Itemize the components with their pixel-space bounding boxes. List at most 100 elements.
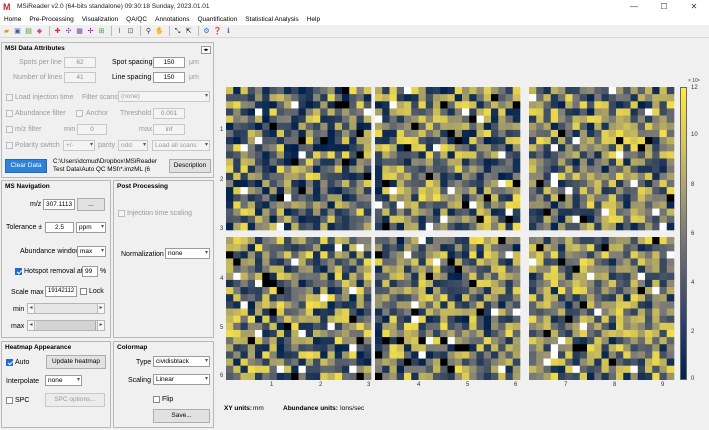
heatmap-cell bbox=[382, 137, 390, 145]
settings-icon[interactable]: ⚙ bbox=[202, 27, 211, 36]
menu-quantification[interactable]: Quantification bbox=[197, 16, 237, 23]
menu-annotations[interactable]: Annotations bbox=[155, 16, 189, 23]
hand-icon[interactable]: ✋ bbox=[155, 27, 164, 36]
scale-max-field[interactable]: 19142112 bbox=[45, 286, 77, 297]
line-graph-icon[interactable]: ⌇ bbox=[115, 27, 124, 36]
heatmap-cell bbox=[666, 251, 675, 259]
arrow-right-icon[interactable]: ▸ bbox=[97, 304, 104, 313]
heatmap-cell bbox=[594, 344, 602, 352]
parity-select[interactable]: odd ▾ bbox=[118, 140, 148, 151]
grid-icon[interactable]: ▦ bbox=[75, 27, 84, 36]
maximize-button[interactable]: ☐ bbox=[649, 0, 679, 13]
save-icon[interactable]: ▣ bbox=[13, 27, 22, 36]
menu-statistical-analysis[interactable]: Statistical Analysis bbox=[245, 16, 298, 23]
abundance-window-select[interactable]: max ▾ bbox=[77, 246, 106, 257]
injection-scaling-checkbox[interactable] bbox=[118, 210, 125, 217]
update-heatmap-button[interactable]: Update heatmap bbox=[46, 355, 106, 369]
heatmap-cell bbox=[498, 144, 506, 152]
arrow-left-icon[interactable]: ◂ bbox=[28, 304, 35, 313]
palette-icon[interactable]: ◆ bbox=[35, 27, 44, 36]
heatmap-cell bbox=[334, 144, 343, 152]
close-button[interactable]: ✕ bbox=[679, 0, 709, 13]
spot-spacing-field[interactable]: 150 bbox=[153, 57, 185, 68]
auto-checkbox[interactable] bbox=[6, 359, 13, 366]
anchor-checkbox[interactable] bbox=[76, 110, 83, 117]
heatmap-cell bbox=[276, 315, 285, 324]
mz-filter-checkbox[interactable] bbox=[6, 126, 13, 133]
hotspot-removal-checkbox[interactable] bbox=[15, 268, 22, 275]
list-icon[interactable]: ✢ bbox=[86, 27, 95, 36]
heatmap-cell bbox=[382, 329, 390, 338]
heatmap-cell bbox=[342, 94, 350, 102]
heatmap-cell bbox=[382, 151, 390, 159]
polarity-select[interactable]: +/- ▾ bbox=[63, 140, 95, 151]
load-injection-checkbox[interactable] bbox=[6, 94, 13, 101]
save-button[interactable]: Save... bbox=[153, 409, 210, 423]
menu-qa-qc[interactable]: QA/QC bbox=[126, 16, 147, 23]
heatmap-plot[interactable] bbox=[226, 87, 676, 380]
filter-scans-select[interactable]: (none) ▾ bbox=[118, 91, 210, 102]
heatmap-cell bbox=[356, 301, 365, 309]
post-processing-panel: Post Processing Injection time scaling N… bbox=[113, 180, 214, 338]
heatmap-cell bbox=[579, 208, 588, 216]
heatmap-cell bbox=[382, 122, 390, 131]
menu-home[interactable]: Home bbox=[4, 16, 21, 23]
image-export-icon[interactable]: ▤ bbox=[24, 27, 33, 36]
arrows-icon[interactable]: ⤡ bbox=[173, 27, 182, 36]
minimize-button[interactable]: — bbox=[619, 0, 649, 13]
flip-checkbox[interactable] bbox=[153, 396, 160, 403]
spectrum-icon[interactable]: ✣ bbox=[64, 27, 73, 36]
tolerance-unit-select[interactable]: ppm ▾ bbox=[76, 222, 106, 233]
heatmap-cell bbox=[284, 244, 292, 252]
heatmap-cell bbox=[363, 137, 372, 145]
y-tick-label: 6 bbox=[220, 373, 224, 379]
line-spacing-field[interactable]: 150 bbox=[153, 72, 185, 83]
interpolate-select[interactable]: none ▾ bbox=[45, 375, 82, 386]
scaling-select[interactable]: Linear ▾ bbox=[153, 374, 210, 385]
heatmap-cell bbox=[305, 179, 314, 188]
heatmap-cell bbox=[276, 337, 285, 345]
help-icon[interactable]: ❓ bbox=[213, 27, 222, 36]
arrow-left-icon[interactable]: ◂ bbox=[28, 321, 35, 330]
slider-thumb[interactable] bbox=[36, 321, 96, 330]
arrow-right-icon[interactable]: ▸ bbox=[97, 321, 104, 330]
rgb-icon[interactable]: ✚ bbox=[53, 27, 62, 36]
colormap-type-select[interactable]: cividisblack ▾ bbox=[153, 356, 210, 367]
lock-checkbox[interactable] bbox=[80, 288, 87, 295]
heatmap-canvas[interactable] bbox=[226, 87, 676, 380]
open-folder-icon[interactable]: ▰ bbox=[2, 27, 11, 36]
info-icon[interactable]: ℹ bbox=[224, 27, 233, 36]
max-slider[interactable]: ◂ ▸ bbox=[27, 320, 105, 331]
msi-data-attributes-panel: MSI Data Attributes ◂▸ Spots per line 62… bbox=[1, 42, 214, 178]
heatmap-cell bbox=[623, 215, 631, 224]
polarity-checkbox[interactable] bbox=[6, 142, 13, 149]
axes-icon[interactable]: ⇱ bbox=[184, 27, 193, 36]
hotspot-removal-field[interactable]: 99 bbox=[82, 266, 98, 277]
zoom-out-icon[interactable]: ⚲ bbox=[144, 27, 153, 36]
heatmap-cell bbox=[276, 115, 285, 124]
heatmap-cell bbox=[536, 329, 544, 338]
spc-checkbox[interactable] bbox=[6, 397, 13, 404]
mz-field[interactable]: 307.1113 bbox=[43, 199, 75, 210]
tolerance-field[interactable]: 2.5 bbox=[45, 222, 74, 233]
collapse-button[interactable]: ◂▸ bbox=[201, 46, 211, 54]
spc-options-button[interactable]: SPC options... bbox=[45, 393, 105, 407]
heatmap-cell bbox=[645, 208, 653, 216]
chevron-down-icon: ▾ bbox=[89, 142, 93, 148]
heatmap-cell bbox=[291, 344, 299, 352]
mz-browse-button[interactable]: ... bbox=[77, 198, 105, 211]
peaks-icon[interactable]: ⊞ bbox=[97, 27, 106, 36]
heatmap-cell bbox=[550, 122, 559, 131]
menu-help[interactable]: Help bbox=[307, 16, 320, 23]
menu-pre-processing[interactable]: Pre-Processing bbox=[29, 16, 73, 23]
heatmap-cell bbox=[313, 158, 321, 166]
abundance-filter-checkbox[interactable] bbox=[6, 110, 13, 117]
load-all-scans-select[interactable]: Load all scans ▾ bbox=[152, 140, 210, 151]
heatmap-cell bbox=[469, 344, 477, 352]
min-slider[interactable]: ◂ ▸ bbox=[27, 303, 105, 314]
normalization-select[interactable]: none ▾ bbox=[165, 248, 210, 259]
menu-visualization[interactable]: Visualization bbox=[82, 16, 118, 23]
zoom-in-icon[interactable]: ⊡ bbox=[126, 27, 135, 36]
description-button[interactable]: Description bbox=[169, 159, 211, 173]
clear-data-button[interactable]: Clear Data bbox=[5, 159, 47, 173]
